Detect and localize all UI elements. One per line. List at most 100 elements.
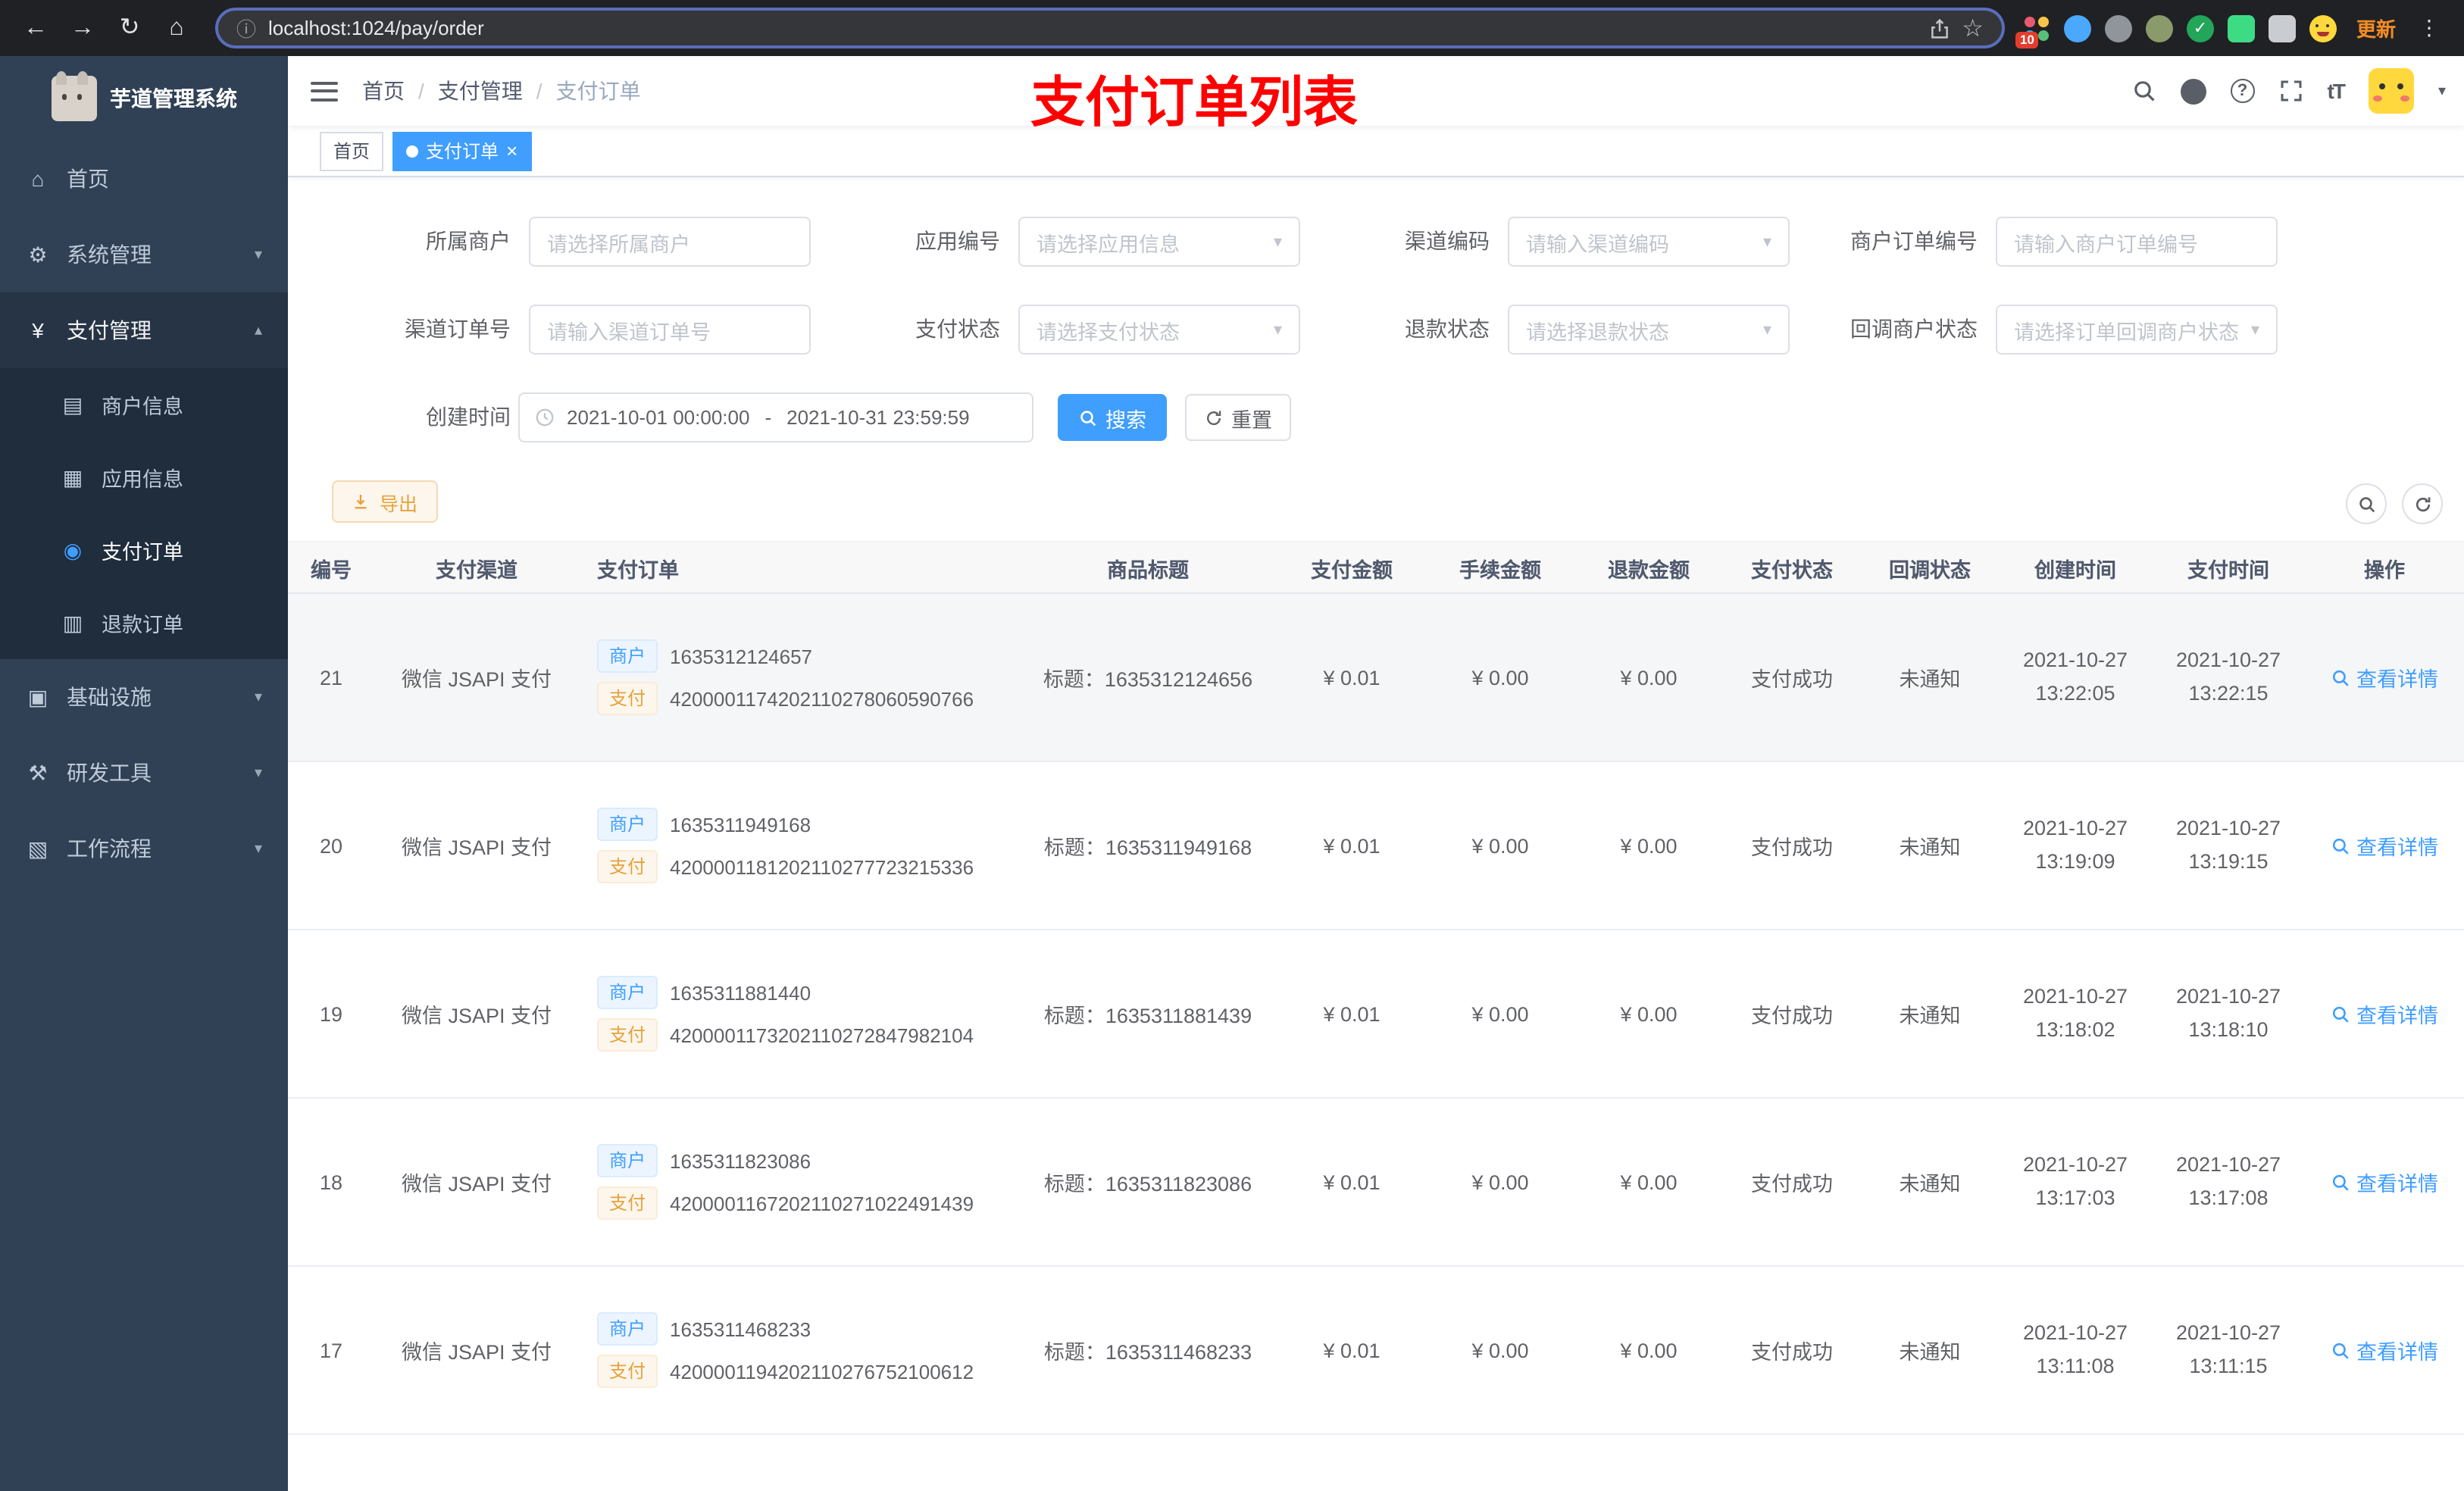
- share-icon[interactable]: [1928, 17, 1950, 39]
- merchant-tag: 商户: [597, 639, 658, 673]
- view-detail-link[interactable]: 查看详情: [2305, 1266, 2464, 1435]
- app-no-select[interactable]: 请选择应用信息 ▾: [1018, 217, 1300, 267]
- extension-drop-icon[interactable]: [2063, 14, 2091, 42]
- merchant-order-no-input[interactable]: 请输入商户订单编号: [1996, 217, 2278, 267]
- search-icon: [2332, 669, 2349, 686]
- merchant-select[interactable]: 请选择所属商户: [529, 217, 811, 267]
- table-row[interactable]: 18 微信 JSAPI 支付 商户 1635311823086 支付 4200001…: [288, 1098, 2464, 1267]
- date-start[interactable]: 2021-10-01 00:00:00: [567, 406, 749, 429]
- extension-olive-icon[interactable]: [2145, 14, 2173, 42]
- sidebar-item-app-info[interactable]: ▦ 应用信息: [0, 441, 288, 514]
- sidebar-item-payment[interactable]: ¥ 支付管理 ▴: [0, 292, 288, 368]
- pay-status-select[interactable]: 请选择支付状态 ▾: [1018, 305, 1300, 355]
- monitor-icon: ▣: [27, 684, 48, 708]
- merchant-tag: 商户: [597, 808, 658, 841]
- chevron-down-icon: ▾: [254, 246, 262, 263]
- extension-gray-icon[interactable]: [2104, 14, 2132, 42]
- browser-chrome: ← → ↻ ⌂ ⓘ localhost:1024/pay/order ☆ 10 …: [0, 0, 2464, 56]
- view-detail-link[interactable]: 查看详情: [2305, 761, 2464, 930]
- font-size-icon[interactable]: tT: [2328, 79, 2346, 103]
- extension-dots-icon[interactable]: 10: [2015, 14, 2050, 48]
- breadcrumb: 首页 / 支付管理 / 支付订单: [362, 76, 641, 106]
- sidebar-item-infra[interactable]: ▣ 基础设施 ▾: [0, 659, 288, 735]
- app-title: 芋道管理系统: [110, 86, 237, 111]
- filter-label-notify-status: 回调商户状态: [1850, 317, 1978, 341]
- github-icon[interactable]: [2180, 78, 2206, 104]
- sidebar-item-pay-order[interactable]: ◉ 支付订单: [0, 514, 288, 586]
- breadcrumb-home[interactable]: 首页: [362, 76, 405, 106]
- page-header: 首页 / 支付管理 / 支付订单 支付订单列表 ? tT ▾: [288, 56, 2464, 133]
- extension-pin-icon[interactable]: [2268, 14, 2296, 42]
- reload-icon[interactable]: ↻: [109, 8, 150, 48]
- sidebar-item-system[interactable]: ⚙ 系统管理 ▾: [0, 217, 288, 292]
- create-time-range-picker[interactable]: 2021-10-01 00:00:00 - 2021-10-31 23:59:5…: [518, 392, 1033, 442]
- breadcrumb-current: 支付订单: [555, 79, 641, 103]
- profile-emoji-icon[interactable]: [2309, 14, 2337, 42]
- sidebar-item-refund-order[interactable]: ▥ 退款订单: [0, 586, 288, 659]
- document-icon: ▥: [62, 610, 83, 634]
- notify-status-select[interactable]: 请选择订单回调商户状态 ▾: [1996, 305, 2278, 355]
- extension-check-icon[interactable]: ✓: [2186, 14, 2214, 42]
- close-icon[interactable]: ×: [506, 141, 518, 161]
- tab-pay-order[interactable]: 支付订单 ×: [392, 131, 532, 170]
- pay-tag: 支付: [597, 850, 658, 883]
- filter-label-channel-order-no: 渠道订单号: [405, 317, 511, 341]
- table-row-partial[interactable]: 商户1635311157136: [288, 1434, 2464, 1491]
- logo-image: [51, 71, 96, 121]
- sidebar-item-home[interactable]: ⌂ 首页: [0, 141, 288, 217]
- date-end[interactable]: 2021-10-31 23:59:59: [786, 406, 969, 429]
- search-icon[interactable]: [2132, 79, 2156, 103]
- table-row[interactable]: 17 微信 JSAPI 支付 商户 1635311468233 支付 4200001…: [288, 1266, 2464, 1435]
- update-button[interactable]: 更新: [2350, 14, 2402, 42]
- table-row[interactable]: 19 微信 JSAPI 支付 商户 1635311881440 支付 4200001…: [288, 930, 2464, 1099]
- fullscreen-icon[interactable]: [2279, 79, 2303, 103]
- channel-code-select[interactable]: 请输入渠道编码 ▾: [1508, 217, 1790, 267]
- reset-button[interactable]: 重置: [1185, 394, 1291, 441]
- table-row[interactable]: 20 微信 JSAPI 支付 商户 1635311949168 支付 4200001…: [288, 761, 2464, 930]
- card-icon: ▤: [62, 392, 83, 416]
- tab-home[interactable]: 首页: [320, 131, 384, 170]
- sidebar-item-workflow[interactable]: ▧ 工作流程 ▾: [0, 811, 288, 886]
- header-actions: ? tT ▾: [2132, 56, 2446, 126]
- sidebar-item-merchant-info[interactable]: ▤ 商户信息: [0, 368, 288, 441]
- grid-icon: ▦: [62, 464, 83, 489]
- collapse-sidebar-icon[interactable]: [311, 81, 338, 101]
- view-detail-link[interactable]: 查看详情: [2305, 930, 2464, 1099]
- search-button[interactable]: 搜索: [1058, 394, 1167, 441]
- filter-label-refund-status: 退款状态: [1405, 317, 1490, 341]
- chevron-down-icon: ▾: [2250, 321, 2259, 339]
- extensions-bar: 10 ✓ 更新 ⋮: [2015, 14, 2449, 48]
- merchant-tag: 商户: [597, 1312, 658, 1346]
- avatar-caret-icon[interactable]: ▾: [2438, 83, 2446, 99]
- export-button[interactable]: 导出: [332, 480, 438, 523]
- toggle-search-button[interactable]: [2346, 483, 2387, 524]
- refund-status-select[interactable]: 请选择退款状态 ▾: [1508, 305, 1790, 355]
- home-icon[interactable]: ⌂: [156, 8, 197, 48]
- bookmark-star-icon[interactable]: ☆: [1962, 13, 1984, 43]
- app-logo[interactable]: 芋道管理系统: [0, 56, 288, 141]
- sidebar: 芋道管理系统 ⌂ 首页 ⚙ 系统管理 ▾ ¥ 支付管理 ▴ ▤ 商户信息 ▦ 应…: [0, 56, 288, 1491]
- download-icon: [355, 495, 367, 509]
- search-icon: [2332, 837, 2349, 854]
- refresh-table-button[interactable]: [2402, 483, 2443, 524]
- url-text[interactable]: localhost:1024/pay/order: [268, 17, 1916, 39]
- active-dot: [406, 145, 419, 157]
- user-avatar[interactable]: [2368, 68, 2414, 114]
- table-row[interactable]: 21 微信 JSAPI 支付 商户 1635312124657 支付 4200001…: [288, 593, 2464, 762]
- help-icon[interactable]: ?: [2230, 79, 2255, 103]
- sidebar-item-devtools[interactable]: ⚒ 研发工具 ▾: [0, 735, 288, 811]
- view-detail-link[interactable]: 查看详情: [2305, 1098, 2464, 1267]
- target-icon: ◉: [63, 537, 83, 561]
- forward-icon[interactable]: →: [62, 8, 103, 48]
- view-detail-link[interactable]: 查看详情: [2305, 593, 2464, 762]
- channel-order-no-input[interactable]: 请输入渠道订单号: [529, 305, 811, 355]
- site-info-icon[interactable]: ⓘ: [236, 14, 256, 42]
- url-bar[interactable]: ⓘ localhost:1024/pay/order ☆: [215, 8, 2005, 48]
- pay-tag: 支付: [597, 682, 658, 715]
- browser-menu-icon[interactable]: ⋮: [2416, 15, 2443, 41]
- filter-label-merchant: 所属商户: [426, 229, 511, 253]
- breadcrumb-payment[interactable]: 支付管理: [438, 76, 523, 106]
- back-icon[interactable]: ←: [15, 8, 56, 48]
- extension-square-icon[interactable]: [2227, 14, 2255, 42]
- filter-label-pay-status: 支付状态: [915, 317, 1000, 341]
